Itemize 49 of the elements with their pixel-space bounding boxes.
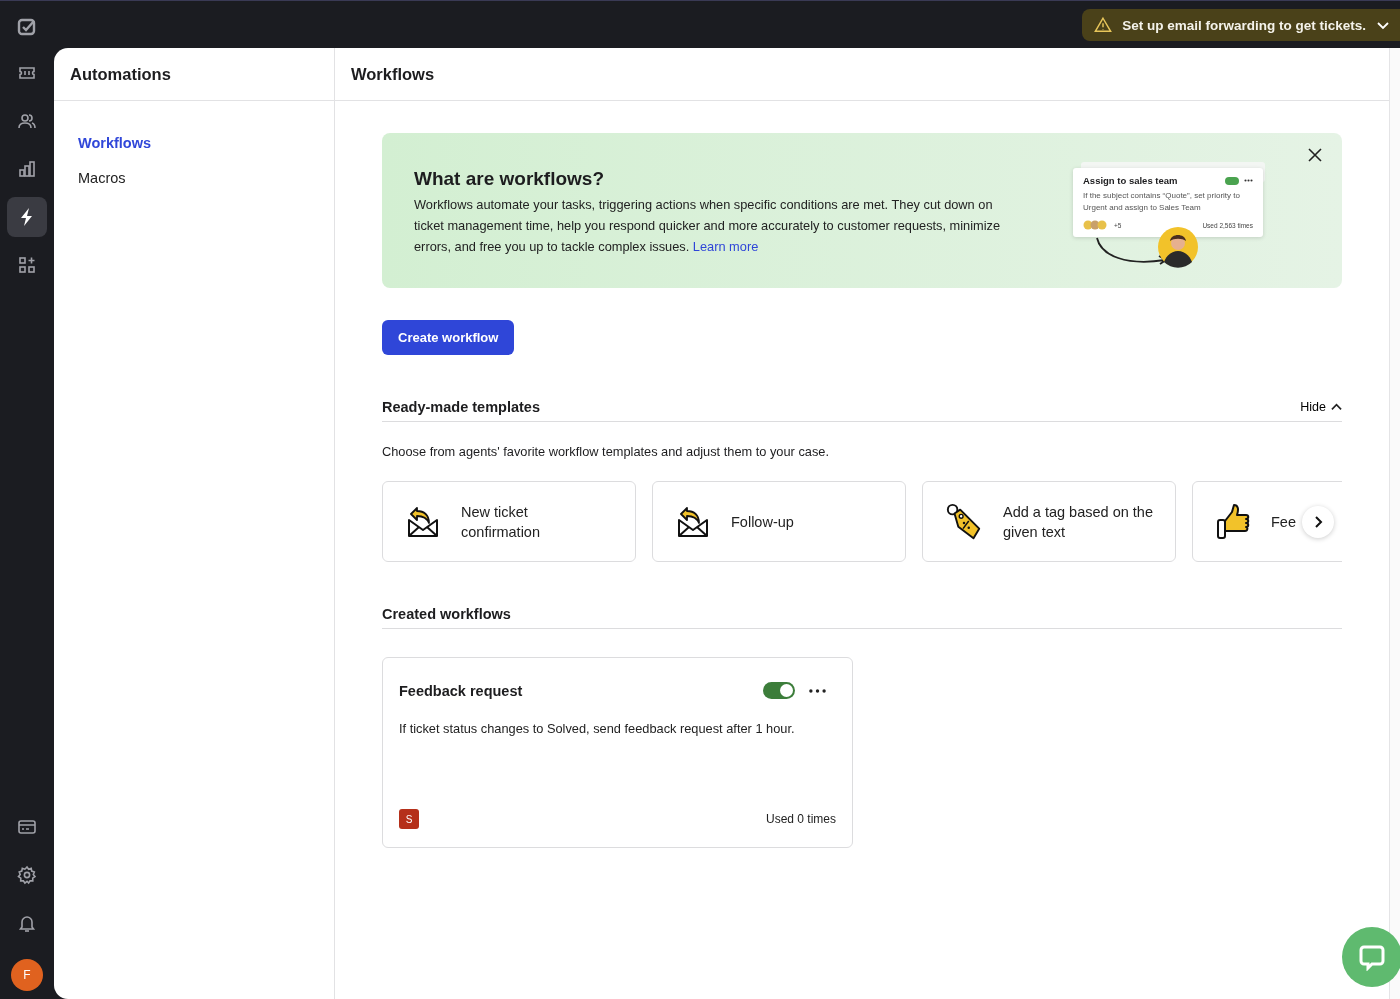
section-title: Automations — [70, 64, 171, 84]
section-heading: Ready-made templates — [382, 399, 540, 415]
example-title: Assign to sales team — [1083, 175, 1179, 186]
intro-description: Workflows automate your tasks, triggering actions when specific conditions are met. They cut down on ticket management time, help you respond quicker and more accurately to customer requests, minimize errors, and free you up to tackle complex issues. Learn more — [414, 196, 1002, 256]
templates-description: Choose from agents' favorite workflow templates and adjust them to your case. — [382, 444, 830, 459]
template-title: Add a tag based on the given text — [1003, 502, 1153, 542]
example-description: If the subject contains “Quote”, set priority to Urgent and assign to Sales Team — [1083, 190, 1241, 214]
workflow-description: If ticket status changes to Solved, send feedback request after 1 hour. — [399, 721, 796, 736]
template-title: New ticket confirmation — [461, 502, 541, 542]
page-title: Workflows — [351, 64, 435, 84]
bar-chart-icon — [17, 159, 37, 179]
template-title: Fee — [1271, 512, 1296, 532]
more-icon[interactable] — [809, 688, 826, 693]
people-icon — [17, 111, 37, 131]
more-icon — [1244, 179, 1253, 182]
nav-item[interactable] — [7, 197, 47, 237]
template-title: Follow-up — [731, 512, 794, 532]
learn-more-link[interactable]: Learn more — [692, 239, 759, 254]
toggle-switch[interactable] — [763, 682, 795, 699]
section-heading: Created workflows — [382, 606, 511, 622]
logo-icon[interactable] — [17, 17, 37, 37]
chevron-up-icon — [1331, 401, 1342, 413]
owner-avatar: S — [399, 809, 419, 829]
bell-icon — [17, 913, 37, 933]
thumbs-up-icon — [1215, 502, 1251, 541]
template-card[interactable]: Follow-up — [652, 481, 906, 562]
person-avatar — [1157, 226, 1199, 268]
user-avatar[interactable]: F — [11, 959, 43, 991]
sidebar-item[interactable]: Workflows — [78, 135, 310, 151]
template-card[interactable]: Add a tag based on the given text — [922, 481, 1176, 562]
intro-title: What are workflows? — [414, 168, 606, 190]
workflow-title: Feedback request — [399, 682, 524, 699]
scrollbar[interactable] — [1389, 48, 1400, 999]
create-workflow-button[interactable]: Create workflow — [382, 320, 515, 355]
chat-bubble-icon — [1358, 943, 1386, 971]
chevron-right-icon — [1312, 516, 1324, 528]
email-forwarding-notice[interactable]: Set up email forwarding to get tickets. — [1082, 9, 1400, 41]
hide-button[interactable]: Hide — [1300, 400, 1342, 414]
apps-icon — [17, 255, 37, 275]
next-arrow-button[interactable] — [1302, 506, 1334, 538]
sidebar-item[interactable]: Macros — [78, 170, 310, 186]
workflow-card[interactable]: Feedback request If ticket status changes to Solved, send feedback request after 1 hour. S Used 0 times — [382, 657, 853, 848]
template-card[interactable]: New ticket confirmation — [382, 481, 636, 562]
close-icon[interactable] — [1308, 148, 1322, 162]
avatars-icon — [1083, 220, 1109, 230]
settings-icon — [17, 865, 37, 885]
card-icon — [17, 817, 37, 837]
warning-icon — [1094, 16, 1113, 34]
usage-count: Used 0 times — [765, 812, 836, 826]
